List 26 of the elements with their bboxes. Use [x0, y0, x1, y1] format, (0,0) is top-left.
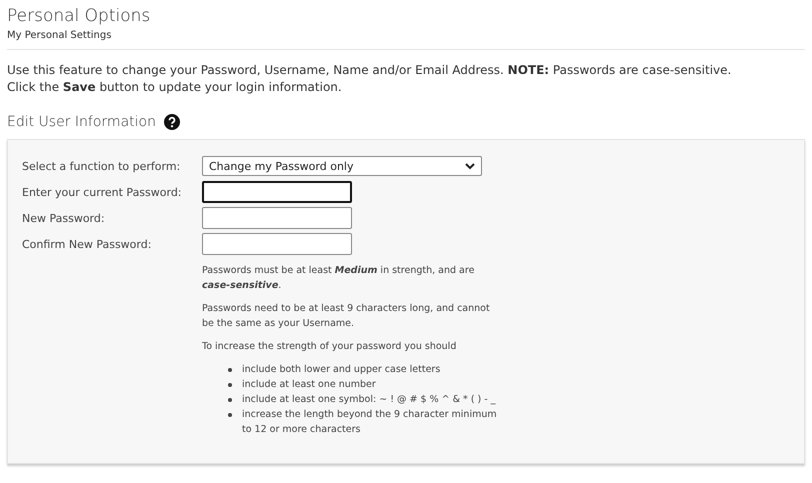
page-title: Personal Options	[7, 5, 152, 27]
intro-text: Click the Save button to update your login information.	[7, 79, 343, 96]
help-icon[interactable]	[164, 114, 180, 130]
intro-text: Use this feature to change your Password, Username, Name and/or Email Address. NOTE: Passwords are case-sensitive.	[7, 62, 732, 79]
bullet-icon	[228, 383, 232, 387]
section-title: Edit User Information	[7, 114, 156, 130]
tip-text: include both lower and upper case letters	[242, 363, 440, 377]
page-subtitle: My Personal Settings	[7, 30, 112, 41]
help-text: Passwords must be at least Medium in strength, and are case-sensitive.	[202, 264, 476, 293]
password-field[interactable]	[202, 233, 352, 255]
field-label: New Password:	[22, 212, 106, 224]
bullet-icon	[228, 398, 232, 402]
password-field[interactable]	[202, 181, 352, 203]
help-text: Passwords need to be at least 9 characters long, and cannot be the same as your Username.	[202, 302, 491, 331]
tip-text: include at least one symbol: ~ ! @ # $ % ^ & * ( ) - _	[242, 393, 496, 407]
field-label: Select a function to perform:	[22, 160, 182, 172]
field-label: Confirm New Password:	[22, 238, 152, 250]
tip-text: include at least one number	[242, 378, 376, 392]
help-text: To increase the strength of your password you should	[202, 340, 458, 354]
password-field[interactable]	[202, 207, 352, 229]
chevron-down-icon	[465, 162, 475, 170]
function-select[interactable]: Change my Password only	[202, 156, 482, 176]
field-label: Enter your current Password:	[22, 186, 183, 198]
tip-text: increase the length beyond the 9 character minimum to 12 or more characters	[242, 408, 498, 437]
bullet-icon	[228, 413, 232, 417]
bullet-icon	[228, 368, 232, 372]
